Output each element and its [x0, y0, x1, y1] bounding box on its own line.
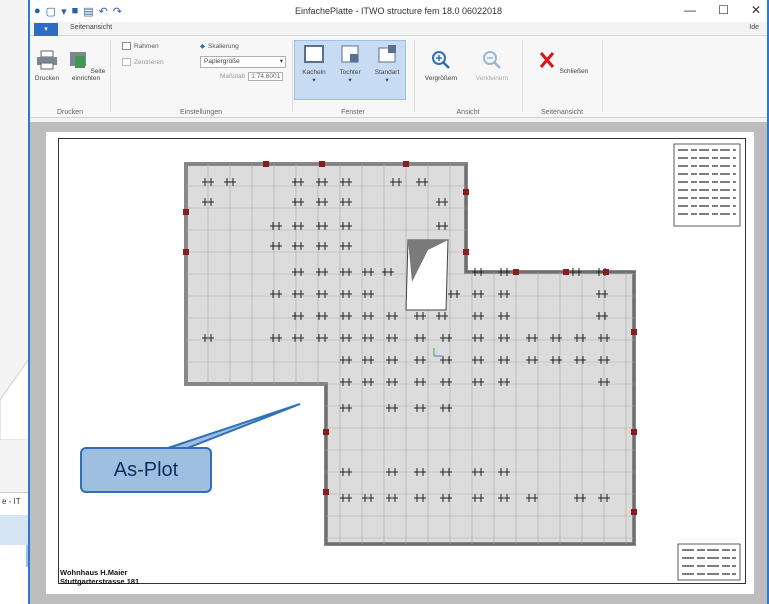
- page-setup-button[interactable]: Seite einrichten: [66, 50, 106, 82]
- rahmen-checkbox[interactable]: Rahmen: [122, 42, 159, 50]
- group-label-einstellungen: Einstellungen: [179, 109, 223, 116]
- window-title: EinfachePlatte - ITWO structure fem 18.0…: [294, 6, 503, 16]
- window-child-icon: [341, 45, 359, 63]
- group-label-fenster: Fenster: [341, 109, 365, 116]
- file-tab[interactable]: ▾: [34, 23, 58, 36]
- slab-outline: [184, 162, 636, 546]
- window-controls: — ☐ ✕: [684, 3, 761, 17]
- page-setup-icon: [69, 52, 86, 68]
- group-fenster: Kacheln ▾ Tochter ▾ Standart ▾ Fenster: [294, 36, 412, 118]
- zoom-in-button[interactable]: Vergrößern: [418, 50, 464, 82]
- window-tile-icon: [304, 45, 324, 63]
- support-marker: [183, 249, 189, 255]
- preview-page: Wohnhaus H.Maier Stuttgarterstrasse 181: [46, 132, 754, 594]
- massstab-field: Maßstab 1:74.6001: [220, 72, 284, 81]
- support-marker: [323, 489, 329, 495]
- printer-icon: [37, 50, 57, 70]
- project-address: Stuttgarterstrasse 181: [60, 577, 140, 586]
- group-drucken: Drucken Seite einrichten Drucken: [30, 36, 110, 118]
- support-marker: [403, 161, 409, 167]
- support-marker: [563, 269, 569, 275]
- group-label-ansicht: Ansicht: [456, 109, 480, 116]
- tochter-button[interactable]: Tochter ▾: [332, 44, 368, 84]
- support-marker: [463, 189, 469, 195]
- close-preview-button[interactable]: Schließen: [534, 50, 590, 75]
- ribbon: Drucken Seite einrichten Drucken Rahmen …: [30, 36, 767, 118]
- zoom-out-button[interactable]: Verkleinern: [468, 50, 516, 82]
- title-bar[interactable]: ● ▢ ▾ ■ ▤ ↶ ↷ EinfachePlatte - ITWO stru…: [30, 0, 767, 22]
- support-marker: [183, 209, 189, 215]
- support-marker: [631, 429, 637, 435]
- group-label-drucken: Drucken: [56, 109, 84, 116]
- massstab-input[interactable]: 1:74.6001: [248, 72, 284, 81]
- group-einstellungen: Rahmen Zentrieren ◆ Skalierung Papiergröß…: [112, 36, 290, 118]
- group-label-seitenansicht: Seitenansicht: [540, 109, 584, 116]
- tab-seitenansicht[interactable]: Seitenansicht: [70, 24, 112, 31]
- close-icon: [539, 52, 554, 68]
- as-plot-callout: As-Plot: [80, 447, 212, 493]
- close-window-button[interactable]: ✕: [751, 3, 761, 17]
- window-default-icon: [378, 45, 396, 63]
- skalierung-option[interactable]: ◆ Skalierung: [200, 42, 239, 51]
- help-tab[interactable]: Ide: [749, 24, 759, 31]
- support-marker: [319, 161, 325, 167]
- preview-area[interactable]: Wohnhaus H.Maier Stuttgarterstrasse 181: [30, 122, 767, 604]
- support-marker: [513, 269, 519, 275]
- chevron-down-icon: ▾: [279, 58, 283, 65]
- standart-button[interactable]: Standart ▾: [368, 44, 406, 84]
- project-name: Wohnhaus H.Maier: [60, 568, 128, 577]
- zoom-in-icon: [432, 51, 450, 69]
- support-marker: [263, 161, 269, 167]
- support-marker: [463, 249, 469, 255]
- print-button[interactable]: Drucken: [32, 50, 62, 82]
- kacheln-button[interactable]: Kacheln ▾: [296, 44, 332, 84]
- zentrieren-checkbox[interactable]: Zentrieren: [122, 58, 164, 66]
- support-marker: [323, 429, 329, 435]
- group-ansicht: Vergrößern Verkleinern Ansicht: [416, 36, 520, 118]
- scale-icon: ◆: [200, 43, 205, 50]
- minimize-button[interactable]: —: [684, 3, 696, 17]
- group-seitenansicht: Schließen Seitenansicht: [524, 36, 600, 118]
- slab-plan-drawing: [183, 143, 741, 581]
- support-marker: [603, 269, 609, 275]
- maximize-button[interactable]: ☐: [718, 3, 729, 17]
- zoom-out-icon: [483, 51, 501, 69]
- print-preview-window[interactable]: ● ▢ ▾ ■ ▤ ↶ ↷ EinfachePlatte - ITWO stru…: [28, 0, 769, 604]
- support-marker: [631, 329, 637, 335]
- papiergroesse-select[interactable]: Papiergröße ▾: [200, 56, 286, 68]
- footer-text: Wohnhaus H.Maier Stuttgarterstrasse 181: [60, 568, 139, 586]
- ribbon-tabs: ▾ Seitenansicht Ide: [30, 22, 767, 36]
- support-marker: [631, 509, 637, 515]
- background-window-title: e - IT: [2, 497, 21, 506]
